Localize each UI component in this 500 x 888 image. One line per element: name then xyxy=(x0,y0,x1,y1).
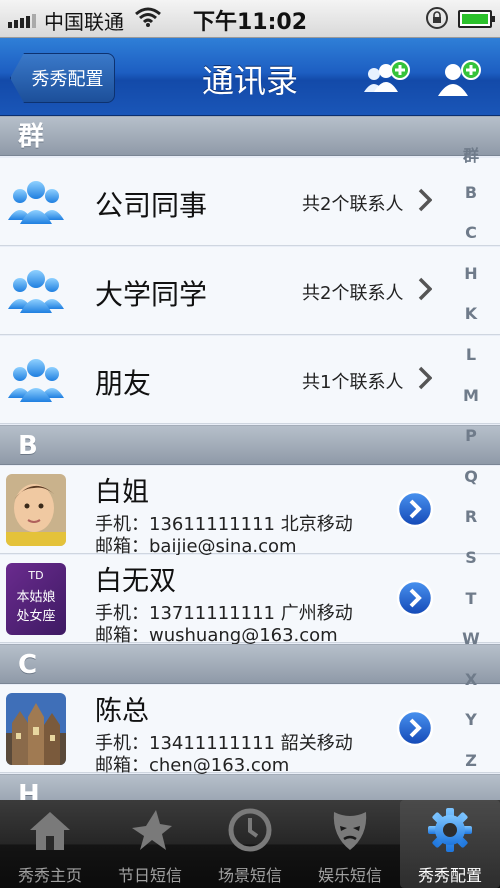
gear-icon xyxy=(428,808,472,852)
back-button[interactable]: 秀秀配置 xyxy=(10,53,115,103)
index-letter[interactable]: Z xyxy=(456,751,486,792)
home-icon xyxy=(30,812,70,850)
contact-avatar: TD 本姑娘 处女座 xyxy=(6,563,66,635)
contact-avatar xyxy=(6,693,66,765)
index-letter[interactable]: W xyxy=(456,629,486,670)
index-letter[interactable]: M xyxy=(456,386,486,427)
contact-list[interactable]: 群 公司同事 共2个联系人 大学同学 共2个联系人 朋友 共1个联系人 B 白姐… xyxy=(0,116,500,800)
battery-icon xyxy=(458,10,495,28)
section-header-b: B xyxy=(0,425,500,465)
index-letter[interactable]: X xyxy=(456,670,486,711)
chevron-right-icon xyxy=(418,277,432,301)
tab-label: 节日短信 xyxy=(117,866,182,885)
index-letter[interactable]: Q xyxy=(456,467,486,508)
add-contact-icon[interactable] xyxy=(435,58,483,98)
index-letter[interactable]: B xyxy=(456,183,486,224)
group-name: 公司同事 xyxy=(95,189,208,222)
clock-icon xyxy=(228,808,272,852)
star-icon xyxy=(132,810,172,850)
avatar-text: 处女座 xyxy=(16,609,56,624)
section-header-h: H xyxy=(0,774,500,800)
mask-icon xyxy=(333,812,367,850)
tab-holiday-sms[interactable]: 节日短信 xyxy=(100,800,200,888)
detail-disclosure-button[interactable] xyxy=(396,709,434,747)
group-icon xyxy=(8,181,64,224)
contact-row[interactable]: TD 本姑娘 处女座 白无双 手机：13711111111 广州移动 邮箱：wu… xyxy=(0,555,500,646)
add-group-icon[interactable] xyxy=(362,58,410,98)
status-bar: 中国联通 下午11:02 xyxy=(0,0,500,38)
tab-label: 秀秀配置 xyxy=(417,866,482,885)
group-row[interactable]: 公司同事 共2个联系人 xyxy=(0,158,500,246)
section-header-c: C xyxy=(0,644,500,684)
group-member-count: 共1个联系人 xyxy=(302,372,404,393)
tab-home[interactable]: 秀秀主页 xyxy=(0,800,100,888)
section-header-groups: 群 xyxy=(0,116,500,156)
index-letter[interactable]: P xyxy=(456,426,486,467)
group-icon xyxy=(8,359,64,402)
index-letter[interactable]: R xyxy=(456,507,486,548)
index-letter[interactable]: H xyxy=(456,264,486,305)
contact-row[interactable]: 陈总 手机：13411111111 韶关移动 邮箱：chen@163.com xyxy=(0,685,500,776)
tab-settings[interactable]: 秀秀配置 xyxy=(400,800,500,888)
contact-name: 白无双 xyxy=(95,566,176,597)
index-letter[interactable]: C xyxy=(456,223,486,264)
group-member-count: 共2个联系人 xyxy=(302,194,404,215)
section-index-bar[interactable]: 群 B C H K L M P Q R S T W X Y Z xyxy=(456,142,486,792)
tab-bar: 秀秀主页 节日短信 场景短信 娱乐短信 秀秀配置 xyxy=(0,800,500,888)
avatar-text: TD xyxy=(28,569,44,582)
group-name: 大学同学 xyxy=(95,278,208,311)
group-icon xyxy=(8,270,64,313)
avatar-text: 本姑娘 xyxy=(16,590,56,605)
contact-row[interactable]: 白姐 手机：13611111111 北京移动 邮箱：baijie@sina.co… xyxy=(0,466,500,557)
rotation-lock-icon xyxy=(426,7,448,29)
index-letter[interactable]: 群 xyxy=(456,142,486,183)
contact-name: 白姐 xyxy=(95,477,149,508)
detail-disclosure-button[interactable] xyxy=(396,490,434,528)
tab-label: 娱乐短信 xyxy=(317,866,382,885)
chevron-right-icon xyxy=(418,188,432,212)
group-name: 朋友 xyxy=(95,367,152,400)
index-letter[interactable]: Y xyxy=(456,710,486,751)
navigation-bar: 秀秀配置 通讯录 xyxy=(0,38,500,116)
index-letter[interactable]: T xyxy=(456,589,486,630)
index-letter[interactable]: S xyxy=(456,548,486,589)
index-letter[interactable]: L xyxy=(456,345,486,386)
tab-label: 场景短信 xyxy=(217,866,282,885)
page-title: 通讯录 xyxy=(201,62,298,100)
detail-disclosure-button[interactable] xyxy=(396,579,434,617)
group-member-count: 共2个联系人 xyxy=(302,283,404,304)
chevron-right-icon xyxy=(418,366,432,390)
index-letter[interactable]: K xyxy=(456,304,486,345)
contact-name: 陈总 xyxy=(95,696,149,727)
tab-label: 秀秀主页 xyxy=(17,866,82,885)
group-row[interactable]: 朋友 共1个联系人 xyxy=(0,336,500,424)
tab-scene-sms[interactable]: 场景短信 xyxy=(200,800,300,888)
tab-fun-sms[interactable]: 娱乐短信 xyxy=(300,800,400,888)
contact-avatar xyxy=(6,474,66,546)
group-row[interactable]: 大学同学 共2个联系人 xyxy=(0,247,500,335)
